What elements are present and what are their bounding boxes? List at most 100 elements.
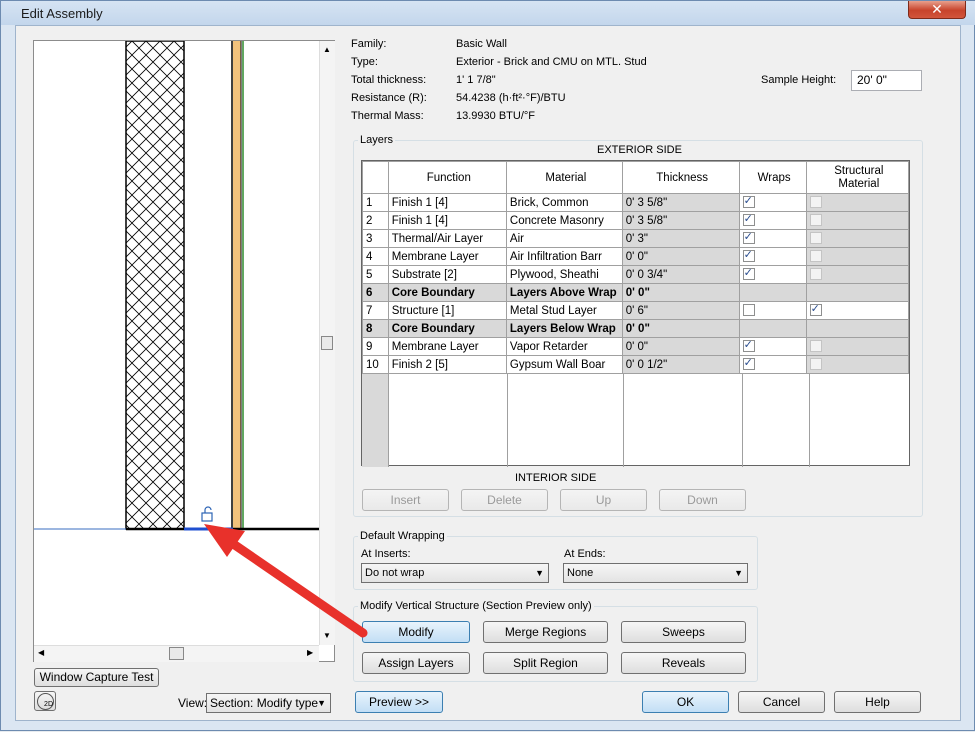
layer-function[interactable]: Membrane Layer <box>387 337 507 356</box>
layer-function[interactable]: Substrate [2] <box>387 265 507 284</box>
layer-material[interactable]: Layers Below Wrap <box>505 319 623 338</box>
scroll-left-icon[interactable]: ◀ <box>38 648 44 657</box>
layer-number[interactable]: 10 <box>362 355 389 374</box>
layer-function[interactable]: Core Boundary <box>387 283 507 302</box>
layer-wraps-cell[interactable] <box>738 229 807 248</box>
layer-structural-checkbox[interactable] <box>809 340 822 353</box>
table-row[interactable]: 9 Membrane Layer Vapor Retarder 0' 0" <box>362 337 910 356</box>
layer-wraps-cell[interactable] <box>738 247 807 266</box>
layer-material[interactable]: Metal Stud Layer <box>505 301 623 320</box>
layer-function[interactable]: Finish 1 [4] <box>387 211 507 230</box>
layer-thickness[interactable]: 0' 0" <box>621 337 740 356</box>
layer-function[interactable]: Thermal/Air Layer <box>387 229 507 248</box>
layer-thickness[interactable]: 0' 0 1/2" <box>621 355 740 374</box>
layer-structural-cell[interactable] <box>805 265 910 284</box>
ok-button[interactable]: OK <box>642 691 729 713</box>
layer-material[interactable]: Air Infiltration Barr <box>505 247 623 266</box>
layer-structural-cell[interactable] <box>805 229 910 248</box>
layer-wraps-cell[interactable] <box>738 355 807 374</box>
layer-structural-checkbox[interactable] <box>809 358 822 371</box>
preview-button[interactable]: Preview >> <box>355 691 443 713</box>
layer-structural-checkbox[interactable] <box>809 214 822 227</box>
layer-wraps-checkbox[interactable] <box>742 304 755 317</box>
view-2d-button[interactable]: 2D <box>34 691 56 711</box>
insert-button[interactable]: Insert <box>362 489 449 511</box>
layer-material[interactable]: Layers Above Wrap <box>505 283 623 302</box>
layer-wraps-cell[interactable] <box>738 193 807 212</box>
layer-wraps-checkbox[interactable] <box>742 339 755 353</box>
preview-vertical-scrollbar[interactable]: ▲ ▼ <box>319 41 335 645</box>
layer-thickness[interactable]: 0' 0" <box>621 319 740 338</box>
layer-wraps-cell[interactable] <box>738 211 807 230</box>
split-region-button[interactable]: Split Region <box>483 652 608 674</box>
sweeps-button[interactable]: Sweeps <box>621 621 746 643</box>
layer-wraps-checkbox[interactable] <box>742 195 755 209</box>
layer-structural-cell[interactable] <box>805 337 910 356</box>
layer-structural-cell[interactable] <box>805 301 910 320</box>
layer-structural-checkbox[interactable] <box>809 250 822 263</box>
window-capture-test-button[interactable]: Window Capture Test <box>34 668 159 687</box>
layer-structural-cell[interactable] <box>805 247 910 266</box>
layer-thickness[interactable]: 0' 3" <box>621 229 740 248</box>
layer-number[interactable]: 3 <box>362 229 389 248</box>
layer-wraps-checkbox[interactable] <box>742 249 755 263</box>
sample-height-input[interactable]: 20' 0" <box>851 70 922 91</box>
layer-material[interactable]: Vapor Retarder <box>505 337 623 356</box>
layer-wraps-checkbox[interactable] <box>742 267 755 281</box>
layer-structural-cell[interactable] <box>805 283 910 302</box>
up-button[interactable]: Up <box>560 489 647 511</box>
layer-wraps-checkbox[interactable] <box>742 231 755 245</box>
layer-number[interactable]: 7 <box>362 301 389 320</box>
layer-function[interactable]: Core Boundary <box>387 319 507 338</box>
layer-structural-checkbox[interactable] <box>809 268 822 281</box>
table-row[interactable]: 7 Structure [1] Metal Stud Layer 0' 6" <box>362 301 910 320</box>
layer-number[interactable]: 2 <box>362 211 389 230</box>
layer-function[interactable]: Finish 2 [5] <box>387 355 507 374</box>
section-preview[interactable] <box>33 40 335 662</box>
help-button[interactable]: Help <box>834 691 921 713</box>
table-row[interactable]: 5 Substrate [2] Plywood, Sheathi 0' 0 3/4" <box>362 265 910 284</box>
vertical-scroll-thumb[interactable] <box>321 336 333 350</box>
layer-material[interactable]: Gypsum Wall Boar <box>505 355 623 374</box>
layer-structural-checkbox[interactable] <box>809 303 822 317</box>
layer-wraps-checkbox[interactable] <box>742 357 755 371</box>
layer-thickness[interactable]: 0' 0 3/4" <box>621 265 740 284</box>
assign-layers-button[interactable]: Assign Layers <box>362 652 470 674</box>
layer-structural-checkbox[interactable] <box>809 196 822 209</box>
at-ends-select[interactable]: None ▼ <box>563 563 748 583</box>
at-inserts-select[interactable]: Do not wrap ▼ <box>361 563 549 583</box>
layer-number[interactable]: 9 <box>362 337 389 356</box>
table-row[interactable]: 1 Finish 1 [4] Brick, Common 0' 3 5/8" <box>362 193 910 212</box>
table-row[interactable]: 4 Membrane Layer Air Infiltration Barr 0' 0… <box>362 247 910 266</box>
layer-number[interactable]: 6 <box>362 283 389 302</box>
scroll-down-icon[interactable]: ▼ <box>323 631 331 640</box>
layer-thickness[interactable]: 0' 6" <box>621 301 740 320</box>
preview-horizontal-scrollbar[interactable]: ◀ ▶ <box>34 645 319 662</box>
close-button[interactable]: ✕ <box>908 1 966 19</box>
table-row[interactable]: 8 Core Boundary Layers Below Wrap 0' 0" <box>362 319 910 338</box>
table-row[interactable]: 3 Thermal/Air Layer Air 0' 3" <box>362 229 910 248</box>
layer-structural-cell[interactable] <box>805 355 910 374</box>
scroll-up-icon[interactable]: ▲ <box>323 45 331 54</box>
table-row[interactable]: 2 Finish 1 [4] Concrete Masonry 0' 3 5/8" <box>362 211 910 230</box>
layer-structural-cell[interactable] <box>805 211 910 230</box>
merge-regions-button[interactable]: Merge Regions <box>483 621 608 643</box>
layer-wraps-checkbox[interactable] <box>742 213 755 227</box>
layer-wraps-cell[interactable] <box>738 265 807 284</box>
layer-material[interactable]: Air <box>505 229 623 248</box>
horizontal-scroll-thumb[interactable] <box>169 647 184 660</box>
layer-number[interactable]: 4 <box>362 247 389 266</box>
cancel-button[interactable]: Cancel <box>738 691 825 713</box>
layer-wraps-cell[interactable] <box>738 319 807 338</box>
layer-function[interactable]: Membrane Layer <box>387 247 507 266</box>
layer-material[interactable]: Brick, Common <box>505 193 623 212</box>
layer-thickness[interactable]: 0' 0" <box>621 247 740 266</box>
layer-number[interactable]: 8 <box>362 319 389 338</box>
reveals-button[interactable]: Reveals <box>621 652 746 674</box>
layer-thickness[interactable]: 0' 3 5/8" <box>621 211 740 230</box>
layer-function[interactable]: Structure [1] <box>387 301 507 320</box>
layer-structural-cell[interactable] <box>805 193 910 212</box>
modify-button[interactable]: Modify <box>362 621 470 643</box>
layer-structural-cell[interactable] <box>805 319 910 338</box>
layer-material[interactable]: Concrete Masonry <box>505 211 623 230</box>
